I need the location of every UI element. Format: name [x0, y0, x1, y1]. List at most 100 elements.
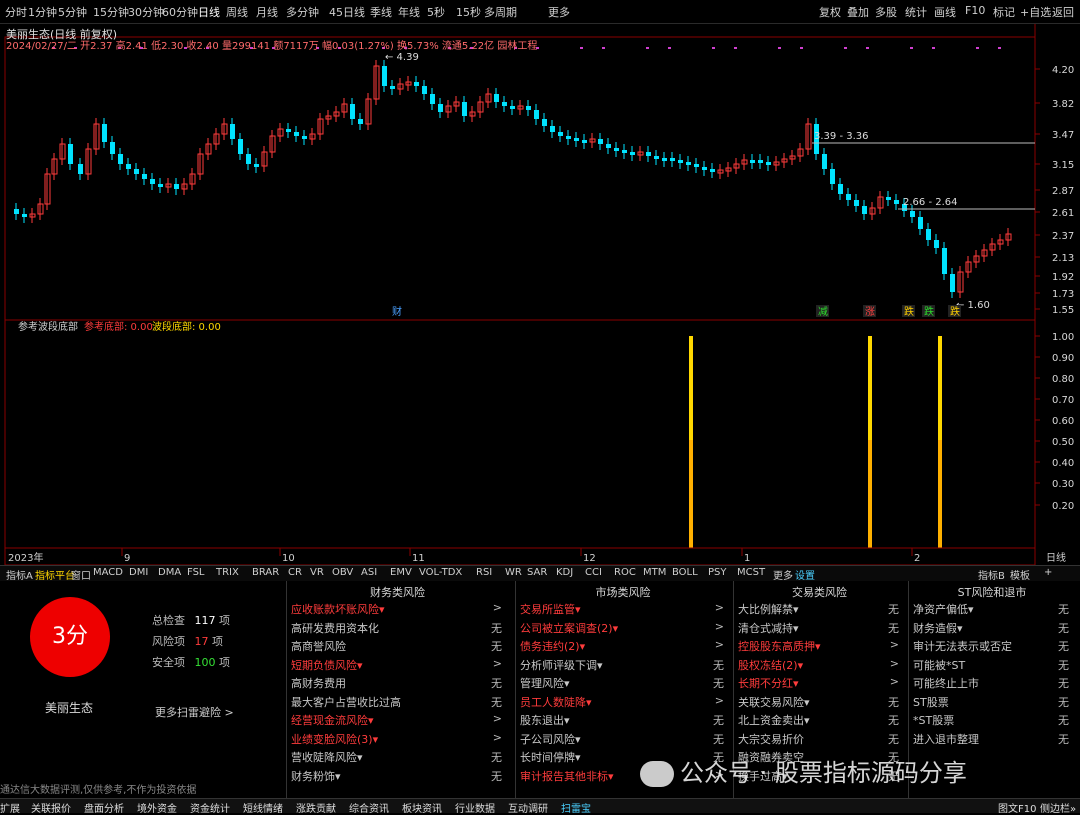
risk-item[interactable]: 应收账款坏账风险▾ >: [287, 601, 508, 619]
risk-item[interactable]: *ST股票 无: [909, 712, 1075, 730]
indicator-tab-0[interactable]: 指标A: [6, 567, 33, 582]
indicator-tab-16[interactable]: WR: [505, 567, 522, 578]
price-tick-label: 3.47: [1052, 130, 1074, 141]
risk-item[interactable]: 审计无法表示或否定 无: [909, 638, 1075, 656]
indicator-tab-23[interactable]: PSY: [708, 567, 727, 578]
risk-item[interactable]: 清仓式减持▾ 无: [734, 620, 905, 638]
indicator-tab-17[interactable]: SAR: [527, 567, 547, 578]
toolbar-right-2[interactable]: 多股: [875, 4, 897, 20]
period-2[interactable]: 5分钟: [58, 4, 87, 20]
more-scan-link[interactable]: 更多扫雷避险 >: [155, 704, 234, 720]
risk-item[interactable]: 债务违约(2)▾ >: [516, 638, 730, 656]
risk-item[interactable]: 净资产偏低▾ 无: [909, 601, 1075, 619]
risk-item[interactable]: 控股股东高质押▾ >: [734, 638, 905, 656]
period-16[interactable]: 更多: [548, 4, 570, 20]
risk-item[interactable]: 管理风险▾ 无: [516, 675, 730, 693]
indicator-tab-3[interactable]: MACD: [93, 567, 123, 578]
period-7[interactable]: 周线: [226, 4, 248, 20]
indicator-tab-13[interactable]: EMV: [390, 567, 412, 578]
toolbar-right-8[interactable]: 返回: [1052, 4, 1074, 20]
indicator-tab-right-2[interactable]: +: [1044, 567, 1052, 578]
indicator-tab-7[interactable]: TRIX: [216, 567, 239, 578]
period-10[interactable]: 45日线: [329, 4, 365, 20]
risk-item[interactable]: 最大客户占营收比过高 无: [287, 694, 508, 712]
toolbar-right-1[interactable]: 叠加: [847, 4, 869, 20]
toolbar-right-5[interactable]: F10: [965, 4, 985, 17]
risk-item[interactable]: 经营现金流风险▾ >: [287, 712, 508, 730]
indicator-tab-26[interactable]: 设置: [795, 567, 815, 582]
risk-item[interactable]: 大比例解禁▾ 无: [734, 601, 905, 619]
toolbar-right-7[interactable]: +自选: [1020, 4, 1051, 20]
toolbar-right-6[interactable]: 标记: [993, 4, 1015, 20]
risk-item[interactable]: 营收陡降风险▾ 无: [287, 749, 508, 767]
risk-item[interactable]: 分析师评级下调▾ 无: [516, 657, 730, 675]
period-14[interactable]: 15秒: [456, 4, 481, 20]
risk-item[interactable]: 业绩变脸风险(3)▾ >: [287, 731, 508, 749]
period-13[interactable]: 5秒: [427, 4, 445, 20]
indicator-tab-9[interactable]: CR: [288, 567, 302, 578]
period-11[interactable]: 季线: [370, 4, 392, 20]
risk-item[interactable]: 可能终止上市 无: [909, 675, 1075, 693]
indicator-tab-8[interactable]: BRAR: [252, 567, 279, 578]
risk-item[interactable]: 大宗交易折价 无: [734, 731, 905, 749]
risk-item[interactable]: ST股票 无: [909, 694, 1075, 712]
period-12[interactable]: 年线: [398, 4, 420, 20]
indicator-tab-20[interactable]: ROC: [614, 567, 636, 578]
period-5[interactable]: 60分钟: [162, 4, 198, 20]
signal-dot: [866, 47, 869, 49]
risk-item[interactable]: 高财务费用 无: [287, 675, 508, 693]
toolbar-right-4[interactable]: 画线: [934, 4, 956, 20]
indicator-tab-11[interactable]: OBV: [332, 567, 353, 578]
indicator-tab-6[interactable]: FSL: [187, 567, 205, 578]
indicator-tab-2[interactable]: 窗口: [71, 567, 91, 582]
toolbar-right-0[interactable]: 复权: [819, 4, 841, 20]
indicator-tab-22[interactable]: BOLL: [672, 567, 698, 578]
period-8[interactable]: 月线: [256, 4, 278, 20]
risk-item[interactable]: 高研发费用资本化 无: [287, 620, 508, 638]
period-4[interactable]: 30分钟: [128, 4, 164, 20]
risk-item[interactable]: 股东退出▾ 无: [516, 712, 730, 730]
risk-item[interactable]: 员工人数陡降▾ >: [516, 694, 730, 712]
period-6[interactable]: 日线: [198, 4, 220, 20]
indicator-tab-10[interactable]: VR: [310, 567, 324, 578]
risk-item[interactable]: 北上资金卖出▾ 无: [734, 712, 905, 730]
risk-item[interactable]: 子公司风险▾ 无: [516, 731, 730, 749]
indicator-tab-4[interactable]: DMI: [129, 567, 148, 578]
total-check-row: 总检查 117 项: [152, 612, 230, 628]
risk-item[interactable]: 交易所监管▾ >: [516, 601, 730, 619]
toolbar-right-3[interactable]: 统计: [905, 4, 927, 20]
period-1[interactable]: 1分钟: [28, 4, 57, 20]
indicator-tab-24[interactable]: MCST: [737, 567, 765, 578]
candle-body-down: [598, 139, 603, 144]
risk-item[interactable]: 公司被立案调查(2)▾ >: [516, 620, 730, 638]
risk-item[interactable]: 股权冻结(2)▾ >: [734, 657, 905, 675]
period-0[interactable]: 分时: [5, 4, 27, 20]
indicator-tab-1[interactable]: 指标平台: [35, 567, 75, 582]
period-15[interactable]: 多周期: [484, 4, 517, 20]
chart-area[interactable]: 4.20 3.82 3.47 3.15 2.87 2.61 2.37 2.13 1.92 1.73…: [0, 24, 1080, 581]
risk-item-value: 无: [491, 769, 502, 783]
risk-item[interactable]: 可能被*ST 无: [909, 657, 1075, 675]
risk-item[interactable]: 财务粉饰▾ 无: [287, 768, 508, 786]
period-3[interactable]: 15分钟: [93, 4, 129, 20]
indicator-tab-12[interactable]: ASI: [361, 567, 377, 578]
candle-body-down: [830, 169, 835, 184]
indicator-tab-21[interactable]: MTM: [643, 567, 666, 578]
indicator-tab-14[interactable]: VOL-TDX: [419, 567, 462, 578]
indicator-tab-19[interactable]: CCI: [585, 567, 602, 578]
indicator-tab-15[interactable]: RSI: [476, 567, 492, 578]
indicator-tab-5[interactable]: DMA: [158, 567, 181, 578]
indicator-tab-18[interactable]: KDJ: [556, 567, 573, 578]
risk-item[interactable]: 进入退市整理 无: [909, 731, 1075, 749]
period-9[interactable]: 多分钟: [286, 4, 319, 20]
indicator-tab-25[interactable]: 更多: [773, 567, 793, 582]
indicator-tab-right-0[interactable]: 指标B: [978, 567, 1005, 582]
risk-item-label: 营收陡降风险▾: [291, 751, 363, 764]
kline-chart-svg[interactable]: 4.20 3.82 3.47 3.15 2.87 2.61 2.37 2.13 1.92 1.73…: [0, 24, 1080, 565]
risk-item[interactable]: 关联交易风险▾ 无: [734, 694, 905, 712]
risk-item[interactable]: 长期不分红▾ >: [734, 675, 905, 693]
risk-item[interactable]: 短期负债风险▾ >: [287, 657, 508, 675]
indicator-tab-right-1[interactable]: 模板: [1010, 567, 1030, 582]
risk-item[interactable]: 高商誉风险 无: [287, 638, 508, 656]
risk-item[interactable]: 财务造假▾ 无: [909, 620, 1075, 638]
